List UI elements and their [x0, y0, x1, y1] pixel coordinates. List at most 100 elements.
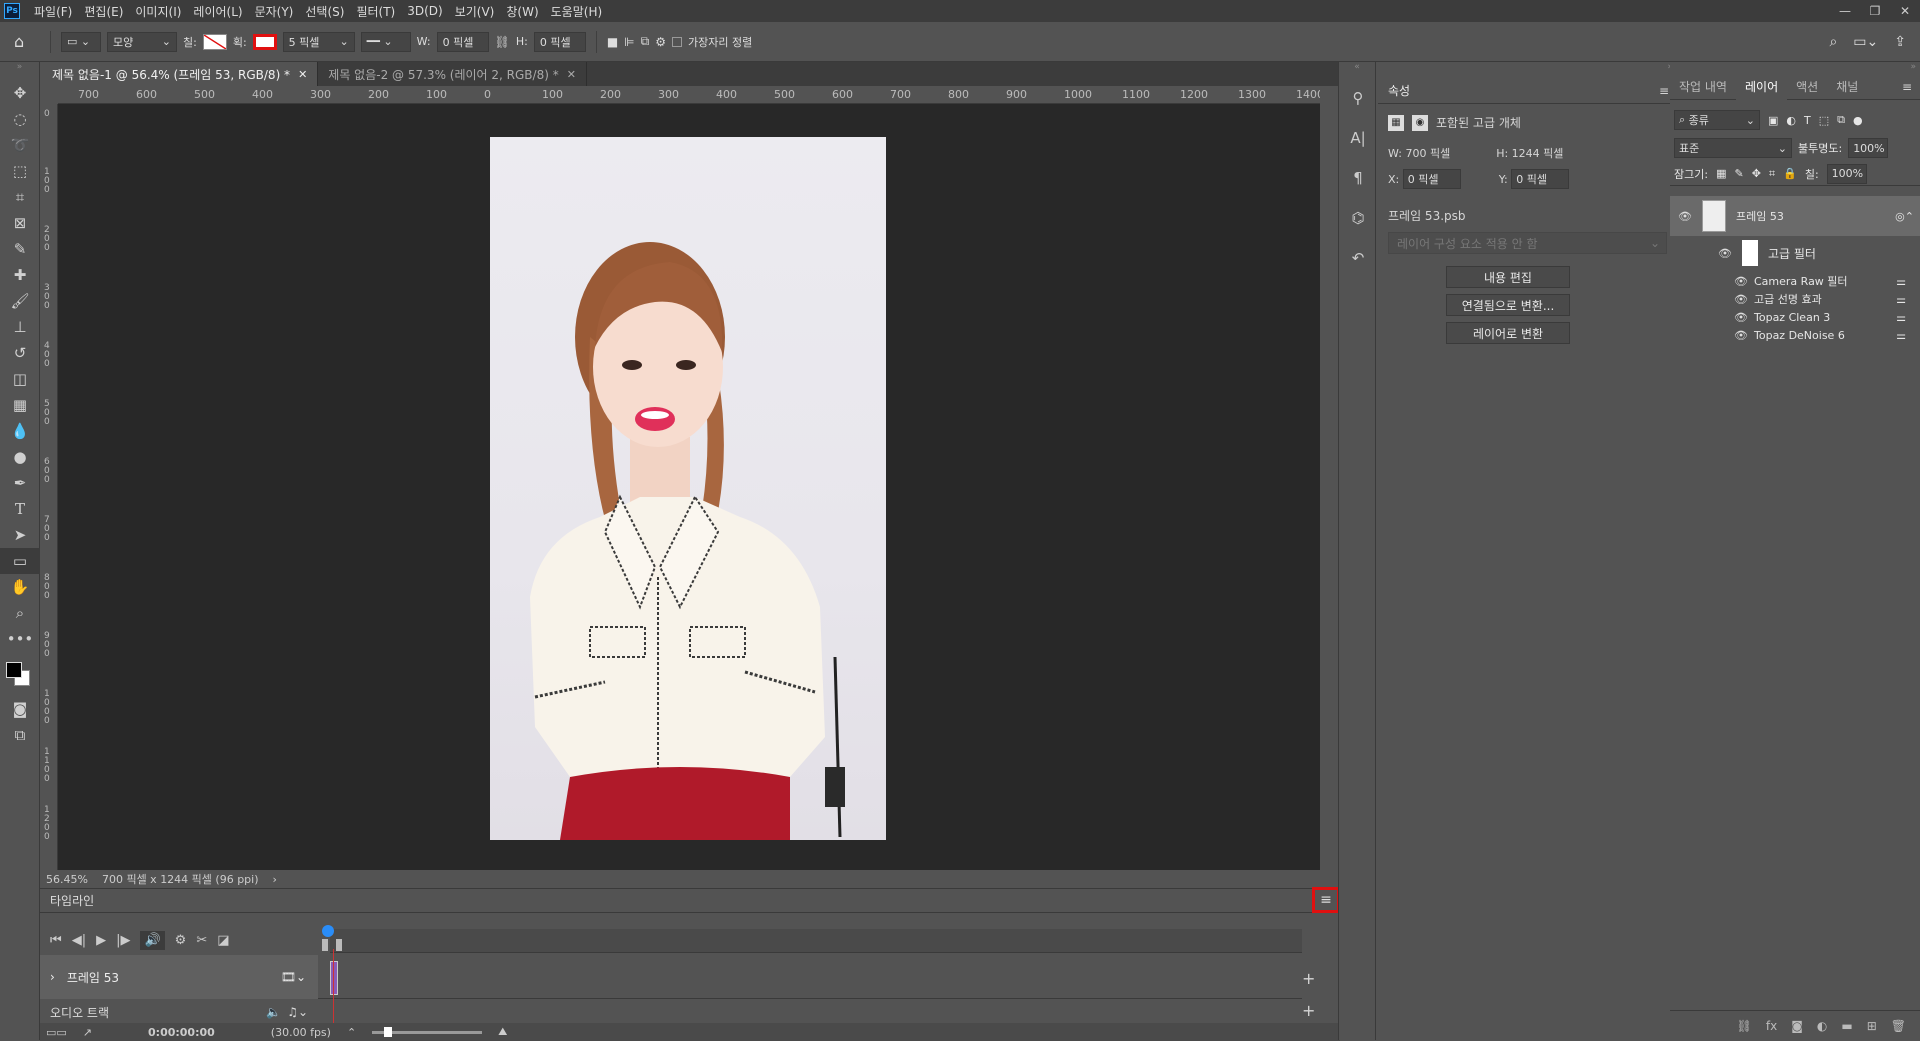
shape-mode-select[interactable]: 모양 ⌄ — [107, 31, 177, 52]
hand-tool-icon[interactable]: ✋ — [0, 574, 40, 600]
expand-icon[interactable]: « — [1339, 62, 1375, 78]
timeline-ruler[interactable] — [322, 925, 1302, 953]
menu-edit[interactable]: 편집(E) — [78, 3, 129, 20]
visibility-eye-icon[interactable]: 👁 — [1678, 210, 1692, 223]
learn-icon[interactable]: ⚲ — [1339, 78, 1377, 118]
shape-filter-icon[interactable]: ⬚ — [1819, 114, 1829, 127]
blend-options-icon[interactable]: ⚌ — [1896, 329, 1906, 342]
path-arrangement-icon[interactable]: ⧉ — [641, 34, 650, 49]
smart-filter-icon[interactable]: ⧉ — [1837, 113, 1845, 127]
width-input[interactable]: 0 픽셀 — [436, 31, 489, 52]
zoom-in-icon[interactable]: ⛰ — [498, 1025, 507, 1039]
y-input[interactable]: 0 픽셀 — [1511, 169, 1570, 189]
doc-tab-2[interactable]: 제목 없음-2 @ 57.3% (레이어 2, RGB/8) * ✕ — [318, 62, 587, 86]
h-value[interactable]: 1244 픽셀 — [1512, 147, 1564, 160]
menu-type[interactable]: 문자(Y) — [249, 3, 300, 20]
zoom-slider[interactable] — [372, 1026, 483, 1037]
more-tools-icon[interactable]: ••• — [0, 626, 40, 652]
fill-swatch[interactable] — [202, 33, 227, 50]
stroke-width-input[interactable]: 5 픽셀 ⌄ — [282, 31, 355, 52]
link-icon[interactable]: ⛓ — [495, 35, 510, 49]
rectangle-tool-icon[interactable]: ▭ — [0, 548, 40, 574]
smart-filter-badge-icon[interactable]: ◎⌃ — [1895, 210, 1914, 223]
color-swatches[interactable] — [0, 652, 39, 696]
foreground-color[interactable] — [6, 662, 22, 678]
convert-to-linked-button[interactable]: 연결됨으로 변환... — [1446, 294, 1570, 316]
fx-icon[interactable]: fx — [1766, 1019, 1777, 1033]
chevron-right-icon[interactable]: › — [273, 873, 277, 886]
timeline-panel-menu-button[interactable]: ≡ — [1312, 887, 1340, 913]
menu-image[interactable]: 이미지(I) — [129, 3, 187, 20]
audio-track-row[interactable]: 오디오 트랙 🔈 ♫⌄ — [40, 1001, 318, 1023]
adjustment-filter-icon[interactable]: ◐ — [1786, 114, 1796, 127]
tab-actions[interactable]: 액션 — [1787, 74, 1827, 100]
add-audio-icon[interactable]: + — [1302, 1001, 1315, 1020]
pixel-filter-icon[interactable]: ▣ — [1768, 114, 1778, 127]
convert-to-layers-button[interactable]: 레이어로 변환 — [1446, 322, 1570, 344]
filter-toggle-icon[interactable]: ● — [1853, 114, 1863, 127]
stroke-type-select[interactable]: ━━ ⌄ — [360, 31, 411, 52]
visibility-eye-icon[interactable]: 👁 — [1734, 293, 1748, 306]
healing-brush-tool-icon[interactable]: ✚ — [0, 262, 40, 288]
path-select-tool-icon[interactable]: ➤ — [0, 522, 40, 548]
playhead[interactable] — [322, 925, 334, 937]
menu-file[interactable]: 파일(F) — [28, 3, 78, 20]
chevron-right-icon[interactable]: › — [50, 970, 55, 984]
object-select-tool-icon[interactable]: ⬚ — [0, 158, 40, 184]
history-icon[interactable]: ↶ — [1339, 238, 1377, 278]
settings-gear-icon[interactable]: ⚙ — [175, 933, 187, 948]
collapse-icon[interactable]: » — [1378, 62, 1677, 78]
video-track-label[interactable]: › 프레임 53 🎞⌄ — [40, 955, 318, 999]
lock-transparent-icon[interactable]: ▦ — [1716, 167, 1726, 180]
gradient-tool-icon[interactable]: ▦ — [0, 392, 40, 418]
lock-all-icon[interactable]: 🔒 — [1783, 167, 1797, 180]
menu-filter[interactable]: 필터(T) — [350, 3, 401, 20]
lock-position-icon[interactable]: ✥ — [1752, 167, 1761, 180]
close-tab-icon[interactable]: ✕ — [567, 68, 576, 81]
work-area-start[interactable] — [322, 939, 328, 951]
split-scissors-icon[interactable]: ✂ — [196, 933, 207, 948]
eraser-tool-icon[interactable]: ◫ — [0, 366, 40, 392]
panel-menu-icon[interactable]: ≡ — [1659, 84, 1669, 98]
visibility-eye-icon[interactable]: 👁 — [1734, 275, 1748, 288]
link-layers-icon[interactable]: ⛓ — [1737, 1019, 1752, 1033]
new-group-icon[interactable]: ▬ — [1841, 1019, 1852, 1033]
collapse-icon[interactable]: » — [0, 62, 39, 80]
close-tab-icon[interactable]: ✕ — [298, 68, 307, 81]
first-frame-icon[interactable]: ⏮ — [50, 933, 62, 948]
transition-icon[interactable]: ◪ — [217, 933, 229, 948]
tab-properties[interactable]: 속성 — [1378, 78, 1420, 104]
clip[interactable] — [330, 961, 338, 995]
restore-icon[interactable]: ❐ — [1860, 0, 1890, 22]
smart-filters-row[interactable]: 👁 고급 필터 — [1670, 238, 1920, 268]
w-value[interactable]: 700 픽셀 — [1405, 147, 1450, 160]
panel-menu-icon[interactable]: ≡ — [1902, 80, 1912, 94]
adjustment-layer-icon[interactable]: ◐ — [1817, 1019, 1827, 1033]
type-tool-icon[interactable]: T — [0, 496, 40, 522]
menu-select[interactable]: 선택(S) — [299, 3, 350, 20]
share-icon[interactable]: ⇪ — [1894, 34, 1906, 50]
music-note-icon[interactable]: ♫⌄ — [287, 1005, 308, 1019]
audio-icon[interactable]: 🔊 — [140, 930, 165, 950]
visibility-eye-icon[interactable]: 👁 — [1734, 311, 1748, 324]
move-tool-icon[interactable]: ✥ — [0, 80, 40, 106]
collapse-icon[interactable]: » — [1910, 62, 1916, 72]
trash-icon[interactable]: 🗑 — [1891, 1019, 1906, 1033]
blend-mode-select[interactable]: 표준 ⌄ — [1674, 138, 1792, 158]
filter-row-2[interactable]: 👁 고급 선명 효과 ⚌ — [1670, 290, 1920, 308]
pen-tool-icon[interactable]: ✒ — [0, 470, 40, 496]
lock-image-icon[interactable]: ✎ — [1734, 167, 1743, 180]
blend-options-icon[interactable]: ⚌ — [1896, 293, 1906, 306]
type-filter-icon[interactable]: T — [1804, 114, 1811, 127]
layer-comp-select[interactable]: 레이어 구성 요소 적용 안 함 ⌄ — [1388, 232, 1667, 254]
prev-frame-icon[interactable]: ◀| — [72, 933, 86, 948]
edit-contents-button[interactable]: 내용 편집 — [1446, 266, 1570, 288]
render-icon[interactable]: ↗ — [83, 1026, 92, 1039]
zoom-out-icon[interactable]: ⌃ — [347, 1026, 356, 1039]
align-edges-checkbox[interactable] — [671, 36, 682, 47]
menu-view[interactable]: 보기(V) — [449, 3, 501, 20]
quick-mask-icon[interactable]: ◙ — [0, 696, 40, 722]
add-media-icon[interactable]: + — [1302, 969, 1315, 988]
blend-options-icon[interactable]: ⚌ — [1896, 275, 1906, 288]
x-input[interactable]: 0 픽셀 — [1402, 169, 1461, 189]
